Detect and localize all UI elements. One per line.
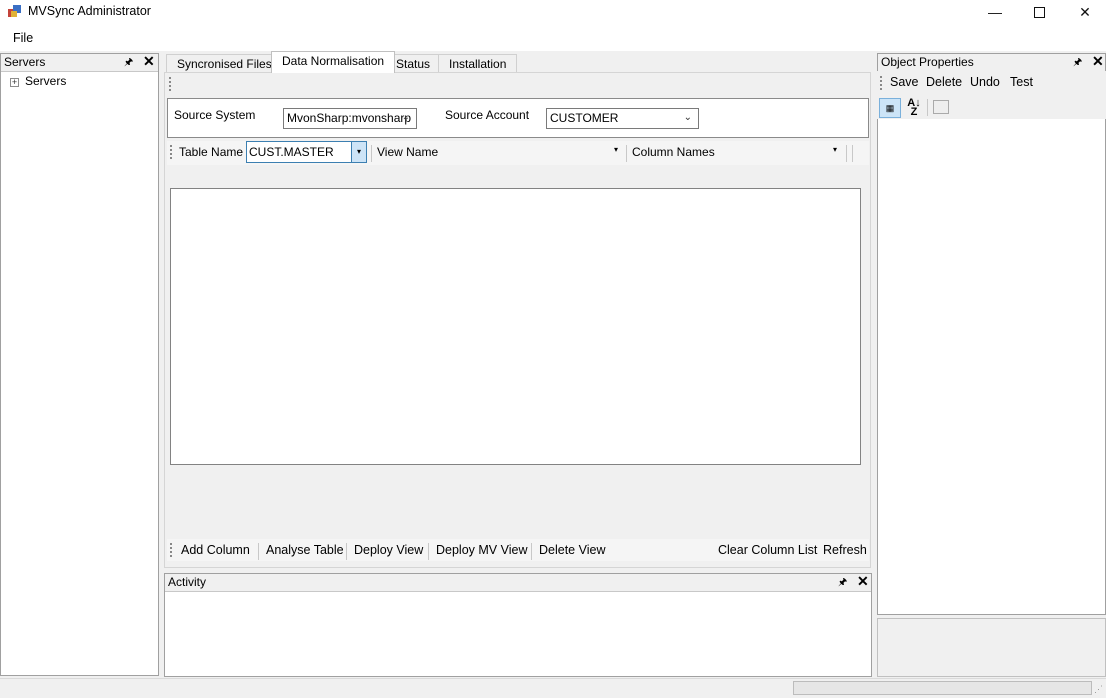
add-column-button[interactable]: Add Column <box>181 543 250 557</box>
close-panel-icon[interactable]: ✕ <box>143 53 155 70</box>
pin-icon[interactable]: 🖈 <box>838 575 847 592</box>
source-system-select[interactable]: MvonSharp:mvonsharp ⌄ <box>283 108 417 129</box>
categorized-view-icon[interactable]: ▦ <box>879 98 901 118</box>
column-list[interactable] <box>170 188 861 465</box>
source-account-label: Source Account <box>445 108 530 122</box>
source-account-value: CUSTOMER <box>550 111 619 125</box>
deploy-mv-view-button[interactable]: Deploy MV View <box>436 543 527 557</box>
delete-button[interactable]: Delete <box>926 75 962 89</box>
status-progress-bar <box>793 681 1092 695</box>
toolbar-grip[interactable] <box>170 145 173 159</box>
dropdown-arrow-icon: ▾ <box>832 145 837 154</box>
toolbar-grip[interactable] <box>880 76 883 90</box>
source-account-select[interactable]: CUSTOMER ⌄ <box>546 108 699 129</box>
maximize-button[interactable] <box>1016 0 1062 24</box>
activity-log[interactable] <box>165 592 871 676</box>
properties-panel-title: Object Properties <box>881 55 974 69</box>
delete-view-button[interactable]: Delete View <box>539 543 605 557</box>
toolbar-separator <box>846 145 847 162</box>
servers-panel-header: Servers 🖈 ✕ <box>1 53 158 72</box>
column-names-label: Column Names <box>632 145 715 159</box>
pin-icon[interactable]: 🖈 <box>1073 55 1082 72</box>
menu-bar: File <box>0 26 1106 52</box>
property-description-pane <box>877 618 1106 677</box>
sort-z-icon: Z <box>910 106 918 118</box>
toolbar-separator <box>531 543 532 560</box>
title-bar: MVSync Administrator — ✕ <box>0 0 1106 26</box>
activity-panel-header: Activity 🖈 ✕ <box>165 573 871 592</box>
minimize-button[interactable]: — <box>972 0 1018 24</box>
menu-file[interactable]: File <box>13 31 33 45</box>
toolbar-separator <box>346 543 347 560</box>
activity-panel: Activity 🖈 ✕ <box>164 573 872 677</box>
view-name-combo[interactable]: ▾ <box>442 142 622 162</box>
analyse-table-button[interactable]: Analyse Table <box>266 543 344 557</box>
properties-panel-header: Object Properties 🖈 ✕ <box>878 53 1105 72</box>
toolbar-separator <box>852 145 853 162</box>
toolbar-separator <box>258 543 259 560</box>
activity-panel-title: Activity <box>168 575 207 589</box>
table-name-value: CUST.MASTER <box>249 145 334 159</box>
toolbar-separator <box>927 99 928 116</box>
tab-installation[interactable]: Installation <box>438 54 518 72</box>
dropdown-arrow-icon: ▾ <box>613 145 618 154</box>
tab-data-normalisation[interactable]: Data Normalisation <box>271 51 396 73</box>
undo-button[interactable]: Undo <box>970 75 1000 89</box>
close-window-button[interactable]: ✕ <box>1062 0 1106 24</box>
tree-expander-icon[interactable]: + <box>10 78 19 87</box>
column-names-combo[interactable]: ▾ <box>719 142 841 162</box>
source-system-value: MvonSharp:mvonsharp <box>287 111 412 125</box>
save-button[interactable]: Save <box>890 75 919 89</box>
dropdown-arrow-icon[interactable]: ▾ <box>351 142 366 162</box>
pin-icon[interactable]: 🖈 <box>124 55 133 72</box>
test-button[interactable]: Test <box>1010 75 1033 89</box>
toolbar-grip[interactable] <box>170 543 173 557</box>
chevron-down-icon: ⌄ <box>401 112 410 123</box>
table-name-label: Table Name <box>179 145 244 159</box>
deploy-view-button[interactable]: Deploy View <box>354 543 423 557</box>
toolbar-grip[interactable] <box>169 77 172 91</box>
maximize-icon <box>1033 7 1045 18</box>
toolbar-separator <box>626 145 627 162</box>
app-icon <box>8 5 21 17</box>
alphabetical-sort-icon[interactable]: A↓ Z <box>904 98 924 118</box>
close-panel-icon[interactable]: ✕ <box>1092 53 1104 70</box>
close-panel-icon[interactable]: ✕ <box>857 573 869 590</box>
refresh-button[interactable]: Refresh <box>823 543 867 557</box>
table-name-combo[interactable]: CUST.MASTER ▾ <box>246 141 367 163</box>
tab-syncronised-files[interactable]: Syncronised Files <box>166 54 283 72</box>
clear-column-list-button[interactable]: Clear Column List <box>718 543 817 557</box>
resize-grip-icon[interactable]: ⋰ <box>1094 684 1104 694</box>
toolbar-separator <box>428 543 429 560</box>
view-name-label: View Name <box>377 145 439 159</box>
chevron-down-icon: ⌄ <box>683 112 692 123</box>
object-properties-panel: Object Properties 🖈 ✕ <box>877 53 1106 615</box>
window-title: MVSync Administrator <box>28 4 151 18</box>
servers-panel: Servers 🖈 ✕ + Servers <box>0 53 159 676</box>
property-pages-icon[interactable] <box>933 100 949 114</box>
servers-panel-title: Servers <box>4 55 46 69</box>
source-system-label: Source System <box>174 108 256 122</box>
toolbar-separator <box>371 145 372 162</box>
tree-node-servers[interactable]: Servers <box>25 74 66 88</box>
